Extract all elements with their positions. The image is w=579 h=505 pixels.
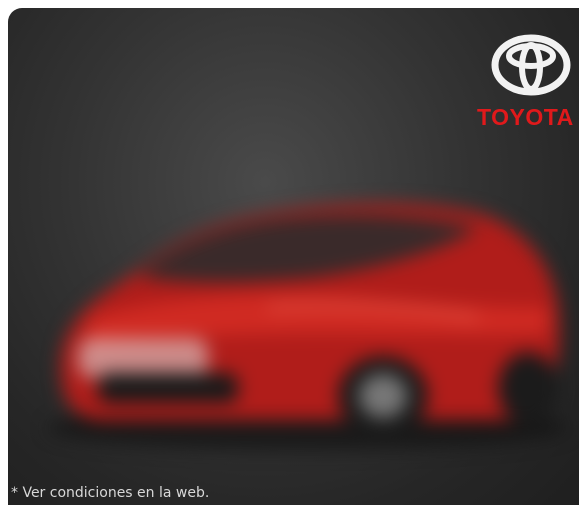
toyota-logo[interactable]: TOYOTA	[469, 34, 579, 134]
brand-wordmark: TOYOTA	[477, 104, 574, 130]
toyota-emblem-icon	[491, 34, 571, 96]
disclaimer-text: * Ver condiciones en la web.	[11, 485, 210, 501]
ad-frame: TOYOTA * Ver condiciones en la web.	[0, 0, 579, 505]
red-hatchback-car-image	[8, 158, 579, 478]
toyota-ad-banner[interactable]: TOYOTA * Ver condiciones en la web.	[8, 8, 579, 505]
